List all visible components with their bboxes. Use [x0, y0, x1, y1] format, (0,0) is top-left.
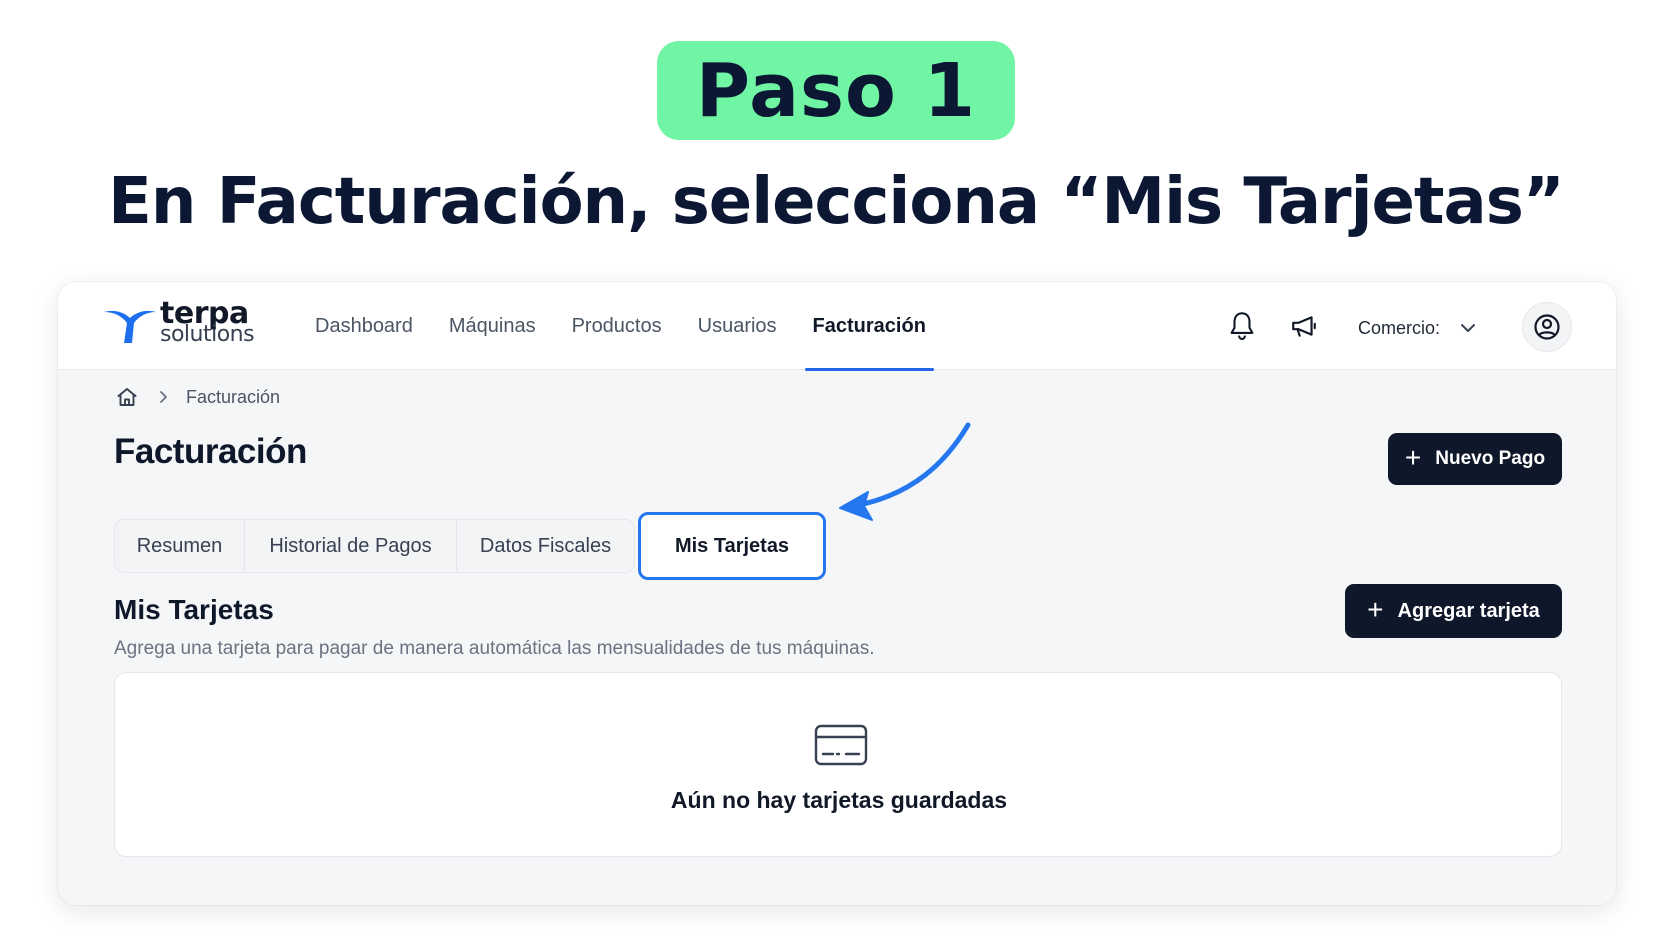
chevron-down-icon: [1461, 324, 1476, 332]
tab-mis-tarjetas[interactable]: Mis Tarjetas: [638, 512, 826, 580]
cards-section-title: Mis Tarjetas: [114, 594, 274, 625]
new-payment-label: Nuevo Pago: [1435, 448, 1546, 469]
logo-subtitle: solutions: [160, 322, 255, 347]
announcements-button[interactable]: [1286, 308, 1322, 344]
notifications-button[interactable]: [1224, 308, 1260, 344]
top-navbar: terpa solutions Dashboard Máquinas Produ…: [58, 282, 1616, 371]
bell-icon: [1230, 312, 1254, 340]
main-nav: Dashboard Máquinas Productos Usuarios Fa…: [297, 282, 944, 371]
add-card-button[interactable]: + Agregar tarjeta: [1345, 584, 1562, 638]
add-card-label: Agregar tarjeta: [1397, 599, 1540, 622]
app-window: terpa solutions Dashboard Máquinas Produ…: [58, 282, 1616, 905]
new-payment-button[interactable]: + Nuevo Pago: [1388, 433, 1562, 485]
credit-card-icon: [814, 724, 868, 766]
nav-item-maquinas[interactable]: Máquinas: [431, 282, 554, 370]
breadcrumb-home[interactable]: [114, 384, 140, 410]
logo-mark-icon: [104, 310, 156, 343]
nav-item-facturacion[interactable]: Facturación: [795, 282, 944, 371]
nav-item-usuarios[interactable]: Usuarios: [680, 282, 795, 370]
tab-datos-fiscales[interactable]: Datos Fiscales: [457, 520, 634, 572]
page-title: Facturación: [114, 432, 307, 471]
merchant-selector[interactable]: Comercio:: [1358, 310, 1476, 346]
nav-item-dashboard[interactable]: Dashboard: [297, 282, 431, 370]
empty-cards-panel: Aún no hay tarjetas guardadas: [114, 672, 1562, 857]
nav-item-productos[interactable]: Productos: [554, 282, 680, 370]
merchant-label: Comercio:: [1358, 317, 1441, 338]
plus-icon: +: [1404, 441, 1422, 473]
breadcrumb: Facturación: [114, 382, 280, 412]
chevron-right-icon: [160, 391, 167, 403]
tab-resumen[interactable]: Resumen: [115, 520, 245, 572]
tab-historial-de-pagos[interactable]: Historial de Pagos: [245, 520, 457, 572]
home-icon: [117, 388, 137, 406]
terpa-logo[interactable]: terpa solutions: [102, 296, 267, 350]
billing-tabs: Resumen Historial de Pagos Datos Fiscale…: [114, 519, 635, 573]
pointer-arrow-icon: [839, 422, 971, 521]
cards-section-description: Agrega una tarjeta para pagar de manera …: [114, 638, 875, 659]
plus-icon: +: [1367, 593, 1384, 625]
empty-state-message: Aún no hay tarjetas guardadas: [670, 787, 1008, 813]
megaphone-icon: [1292, 316, 1316, 337]
step-badge: Paso 1: [657, 41, 1015, 140]
instruction-heading: En Facturación, selecciona “Mis Tarjetas…: [108, 165, 1565, 239]
breadcrumb-current[interactable]: Facturación: [186, 387, 280, 408]
user-menu-button[interactable]: [1522, 302, 1572, 352]
user-circle-icon: [1534, 314, 1560, 340]
